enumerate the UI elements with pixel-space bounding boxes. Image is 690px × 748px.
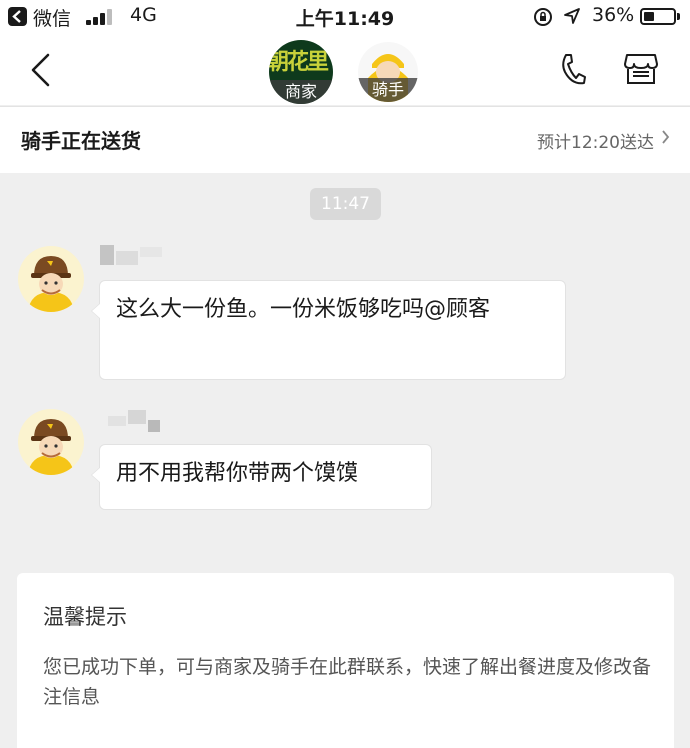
clock: 上午11:49 — [295, 8, 395, 30]
chat-timestamp: 11:47 — [310, 188, 381, 220]
chevron-right-icon — [662, 130, 670, 144]
tip-title: 温馨提示 — [43, 605, 127, 629]
sender-name-blurred — [100, 410, 170, 432]
store-icon[interactable] — [623, 52, 659, 86]
delivery-status-bar[interactable]: 骑手正在送货 预计12:20送达 — [0, 106, 690, 173]
chat-header: 朝花里 商家 骑手 — [0, 34, 690, 105]
message-bubble[interactable]: 用不用我帮你带两个馍馍 — [91, 444, 432, 510]
rider-avatar-message[interactable] — [18, 409, 84, 475]
battery-tip — [677, 13, 680, 20]
tip-card: 温馨提示 您已成功下单，可与商家及骑手在此群联系，快速了解出餐进度及修改备注信息 — [17, 573, 674, 748]
merchant-avatar[interactable]: 朝花里 商家 — [269, 40, 333, 104]
status-bar: 微信 4G 上午11:49 36% — [0, 0, 690, 34]
sender-name-blurred — [100, 245, 170, 265]
battery-percent: 36% — [592, 4, 635, 26]
back-arrow-icon[interactable] — [28, 52, 52, 88]
location-icon — [564, 8, 580, 24]
rider-character-icon — [28, 256, 74, 312]
message-bubble[interactable]: 这么大一份鱼。一份米饭够吃吗@顾客 — [91, 280, 566, 380]
message-text: 这么大一份鱼。一份米饭够吃吗@顾客 — [116, 297, 491, 322]
merchant-badge: 商家 — [269, 80, 333, 104]
rider-avatar-message[interactable] — [18, 246, 84, 312]
rotation-lock-icon — [534, 8, 552, 26]
rider-avatar[interactable]: 骑手 — [358, 42, 418, 102]
merchant-logo-text: 朝花里 — [269, 50, 329, 75]
delivery-status: 骑手正在送货 — [21, 129, 141, 153]
phone-icon[interactable] — [558, 52, 588, 86]
message-text: 用不用我帮你带两个馍馍 — [116, 461, 359, 486]
rider-badge: 骑手 — [358, 78, 418, 102]
rider-character-icon — [28, 419, 74, 475]
battery-icon — [640, 8, 676, 25]
tip-body: 您已成功下单，可与商家及骑手在此群联系，快速了解出餐进度及修改备注信息 — [43, 656, 652, 708]
delivery-eta[interactable]: 预计12:20送达 — [537, 128, 654, 153]
